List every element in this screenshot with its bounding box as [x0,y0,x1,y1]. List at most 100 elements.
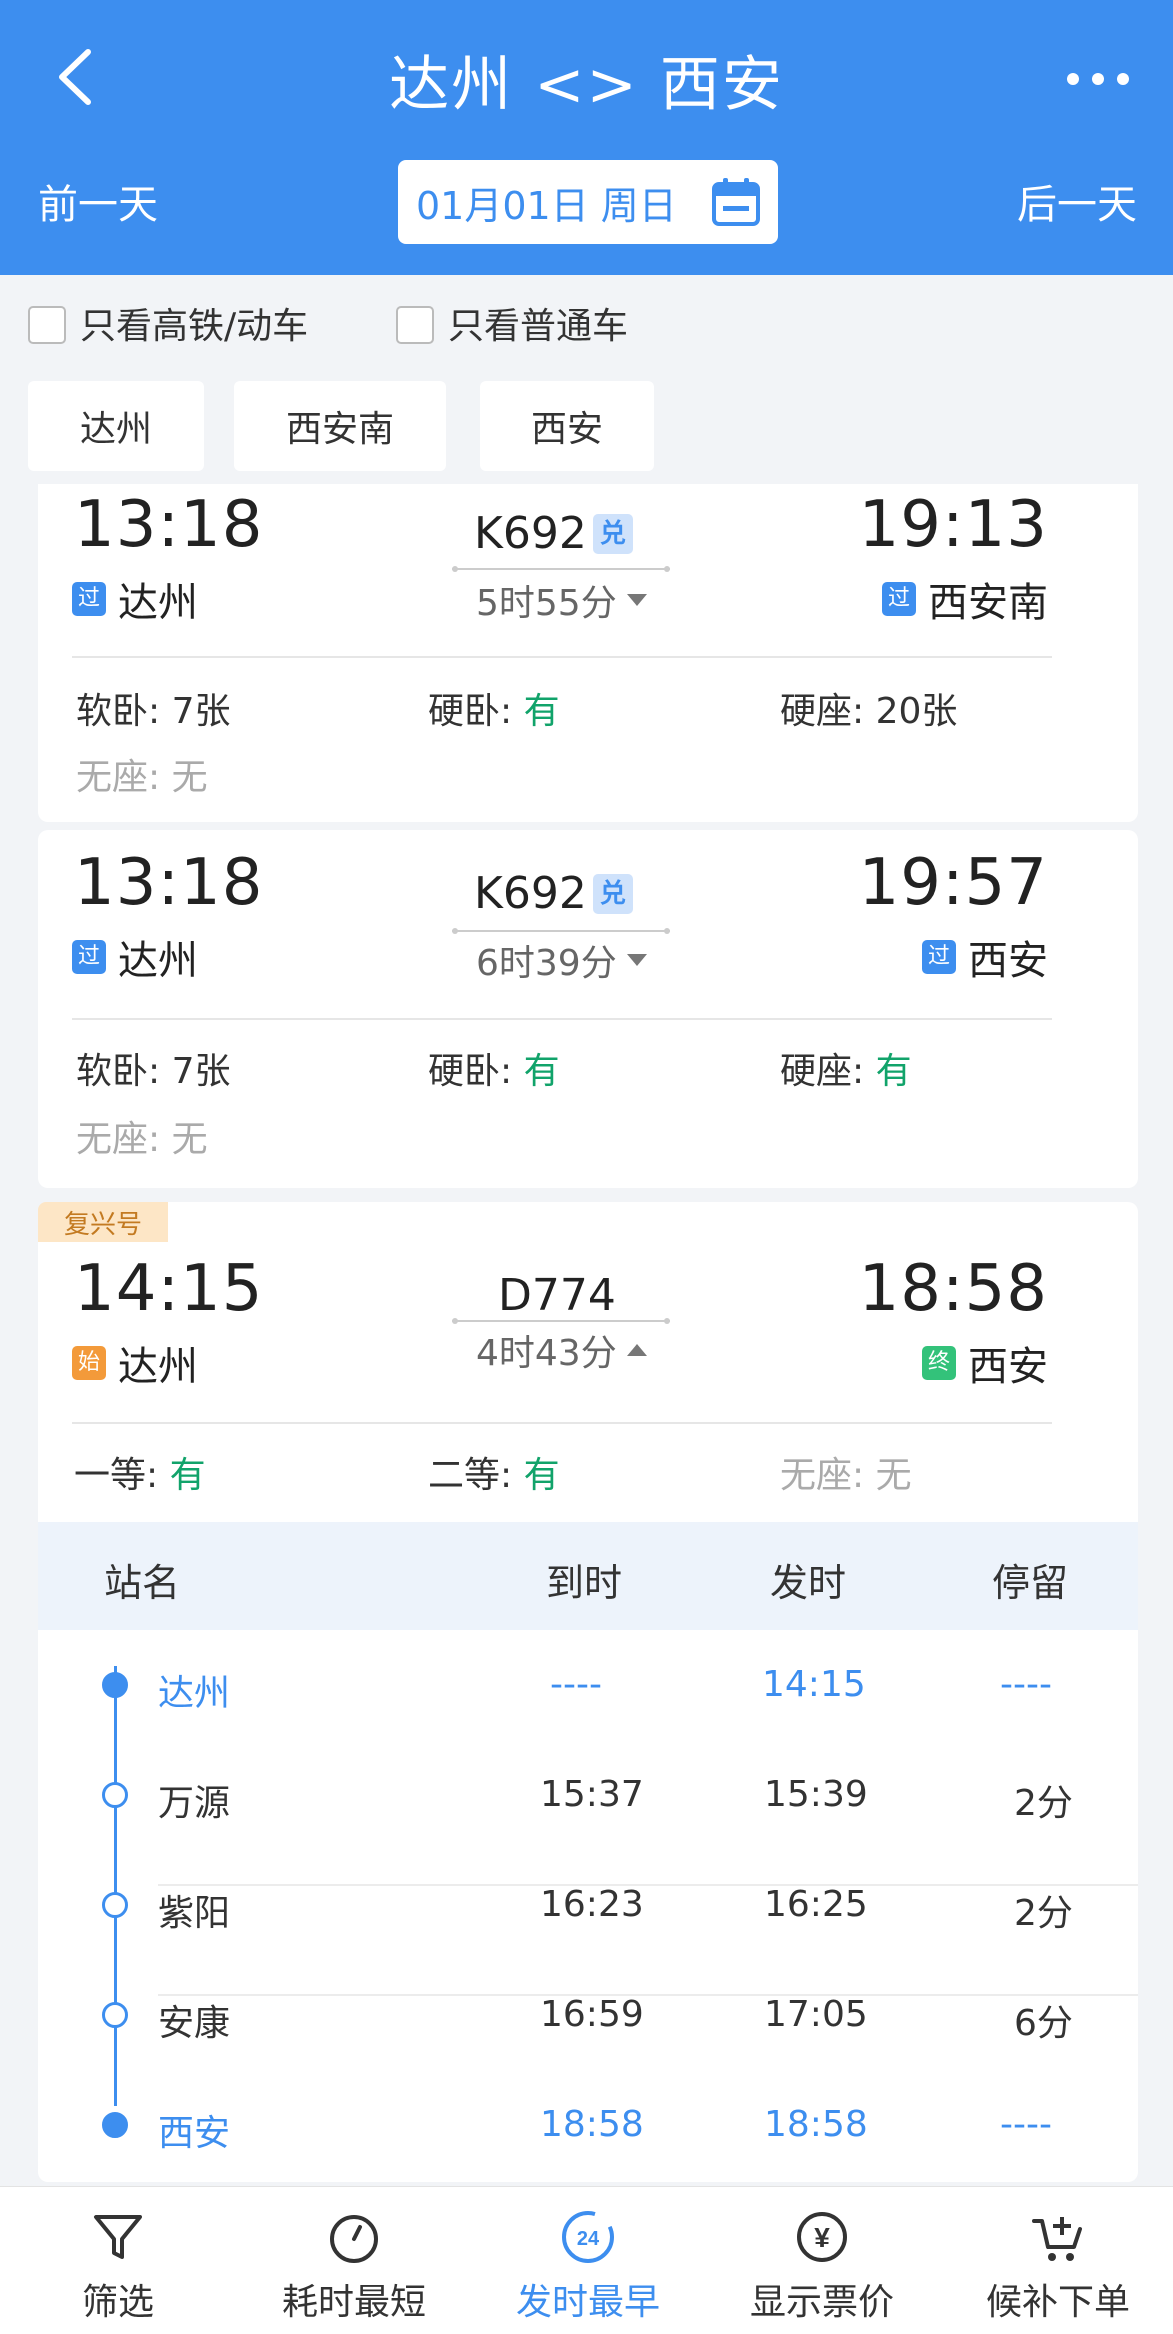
divider [72,1018,1052,1020]
seat-value: 无 [171,1119,208,1160]
station-tab-xian[interactable]: 西安 [480,381,654,471]
seat-value: 7张 [171,1051,231,1092]
duration-toggle[interactable]: 4时43分 [476,1324,647,1376]
stop-station: 万源 [158,1783,231,1824]
high-speed-checkbox[interactable]: 只看高铁/动车 [28,297,308,349]
train-number: K692 兑 [474,868,633,919]
arrive-station-name: 西安 [968,1344,1048,1390]
stop-arrive: 15:37 [540,1774,644,1815]
seat-second-class: 二等: 有 [428,1446,560,1498]
terminal-badge: 终 [922,1346,956,1380]
stop-table-header: 站名 到时 发时 停留 [38,1522,1138,1630]
seat-label: 软卧: [76,691,172,732]
col-stay: 停留 [992,1561,1069,1605]
expand-icon [626,954,647,966]
seat-soft-sleeper: 软卧: 7张 [76,1042,230,1094]
station-tab-dazhou[interactable]: 达州 [28,381,204,471]
seat-label: 一等: [74,1455,170,1496]
stop-stay: ---- [1000,2104,1052,2145]
prev-day-button[interactable]: 前一天 [38,172,158,230]
col-station: 站名 [104,1561,181,1605]
seat-value: 有 [523,1455,560,1496]
train-card[interactable]: 13:18 过 达州 K692 兑 6时39分 19:57 过 西安 软卧: 7… [38,830,1138,1188]
filter-button[interactable]: 筛选 [18,2187,218,2334]
checkbox-icon [396,306,434,344]
seat-value: 有 [169,1455,206,1496]
show-price-button[interactable]: ¥ 显示票价 [722,2187,922,2334]
earliest-depart-label: 发时最早 [515,2282,660,2323]
stop-stay: 6分 [1014,2003,1073,2044]
train-number: K692 兑 [474,508,633,559]
seat-hard-seat: 硬座: 有 [780,1042,912,1094]
depart-station-name: 达州 [118,938,198,984]
depart-time: 13:18 [74,488,264,562]
train-card-expanded[interactable]: 14:15 始 达州 D774 4时43分 18:58 终 西安 一等: 有 二… [38,1202,1138,2182]
seat-hard-sleeper: 硬卧: 有 [428,682,560,734]
seat-label: 无座: [76,1119,172,1160]
depart-station: 过 达州 [72,928,198,986]
seat-label: 软卧: [76,1051,172,1092]
seat-value: 无 [171,757,208,798]
divider [72,1422,1052,1424]
stop-depart: 16:25 [764,1884,868,1925]
arrive-station: 过 西安 [922,928,1048,986]
calendar-icon [712,178,760,226]
clock-24-text: 24 [577,2228,600,2250]
stop-depart: 18:58 [764,2104,868,2145]
yen-icon: ¥ [797,2212,847,2262]
waitlist-order-button[interactable]: 候补下单 [958,2187,1158,2334]
duration-toggle[interactable]: 6时39分 [476,934,647,986]
stop-station: 紫阳 [158,1893,231,1934]
earliest-depart-button[interactable]: 24 发时最早 [488,2187,688,2334]
stop-row: 万源 15:37 15:39 2分 [38,1740,1138,1850]
date-label: 01月01日 周日 [416,183,677,228]
train-number-text: K692 [474,508,587,559]
stop-dot [102,2002,128,2028]
stop-stay: 2分 [1014,1783,1073,1824]
seat-first-class: 一等: 有 [74,1446,206,1498]
station-tab-xian-south[interactable]: 西安南 [234,381,446,471]
normal-train-label: 只看普通车 [448,306,629,347]
train-card[interactable]: 13:18 过 达州 K692 兑 5时55分 19:13 过 西安南 软卧: … [38,484,1138,822]
pass-badge: 过 [882,582,916,616]
seat-standing: 无座: 无 [76,1110,208,1162]
stop-stay: 2分 [1014,1893,1073,1934]
seat-label: 硬卧: [428,691,524,732]
arrive-station: 终 西安 [922,1334,1048,1392]
stop-depart: 17:05 [764,1994,868,2035]
bottom-toolbar: 筛选 耗时最短 24 发时最早 ¥ 显示票价 候补下单 [0,2186,1173,2334]
filter-label: 筛选 [81,2282,154,2323]
stop-dot [102,2112,128,2138]
seat-label: 硬卧: [428,1051,524,1092]
seat-label: 硬座: [780,691,876,732]
waitlist-order-label: 候补下单 [985,2282,1130,2323]
stop-station: 西安 [158,2113,231,2154]
more-icon[interactable] [1063,64,1133,94]
exchange-badge: 兑 [592,873,633,914]
seat-value: 有 [875,1051,912,1092]
arrive-station-name: 西安 [968,938,1048,984]
normal-train-checkbox[interactable]: 只看普通车 [396,297,628,349]
arrive-time: 18:58 [858,1252,1048,1326]
shortest-time-button[interactable]: 耗时最短 [254,2187,454,2334]
stop-stay: ---- [1000,1664,1052,1705]
seat-value: 无 [875,1455,912,1496]
date-picker[interactable]: 01月01日 周日 [398,160,778,244]
depart-time: 13:18 [74,846,264,920]
clock-24-icon: 24 [562,2211,614,2263]
stop-row: 西安 18:58 18:58 ---- [38,2070,1138,2180]
checkbox-icon [28,306,66,344]
col-arrive: 到时 [546,1561,623,1605]
seat-label: 无座: [780,1455,876,1496]
duration-text: 6时39分 [476,943,617,984]
depart-station-name: 达州 [118,1344,198,1390]
train-number-text: D774 [498,1270,616,1321]
next-day-button[interactable]: 后一天 [1017,172,1137,230]
seat-value: 有 [523,1051,560,1092]
depart-station: 过 达州 [72,570,198,628]
train-number-text: K692 [474,868,587,919]
stop-arrive: 18:58 [540,2104,644,2145]
yen-text: ¥ [814,2222,830,2253]
col-depart: 发时 [770,1561,847,1605]
duration-toggle[interactable]: 5时55分 [476,574,647,626]
